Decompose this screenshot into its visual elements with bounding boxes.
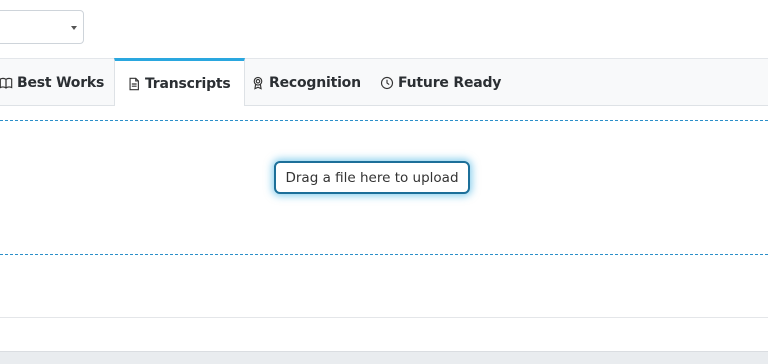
divider [0,317,768,318]
footer-strip [0,351,768,364]
tab-recognition-label: Recognition [269,74,361,91]
caret-down-icon [71,26,77,30]
book-icon [0,75,13,90]
tab-transcripts[interactable]: Transcripts [114,58,245,106]
award-icon [250,75,265,90]
upload-button-label: Drag a file here to upload [285,169,459,186]
page: Best Works Transcripts Recognition Futur… [0,0,768,364]
tab-future-ready-label: Future Ready [398,74,502,91]
tab-transcripts-label: Transcripts [145,75,231,92]
upload-button[interactable]: Drag a file here to upload [274,161,470,194]
filter-select[interactable] [0,10,84,44]
tab-bar: Best Works Transcripts Recognition Futur… [0,58,768,106]
tab-best-works[interactable]: Best Works [0,59,104,106]
tab-recognition[interactable]: Recognition [250,59,361,106]
clock-icon [379,75,394,90]
tab-best-works-label: Best Works [17,74,105,91]
tab-future-ready[interactable]: Future Ready [379,59,501,106]
document-icon [126,76,141,91]
